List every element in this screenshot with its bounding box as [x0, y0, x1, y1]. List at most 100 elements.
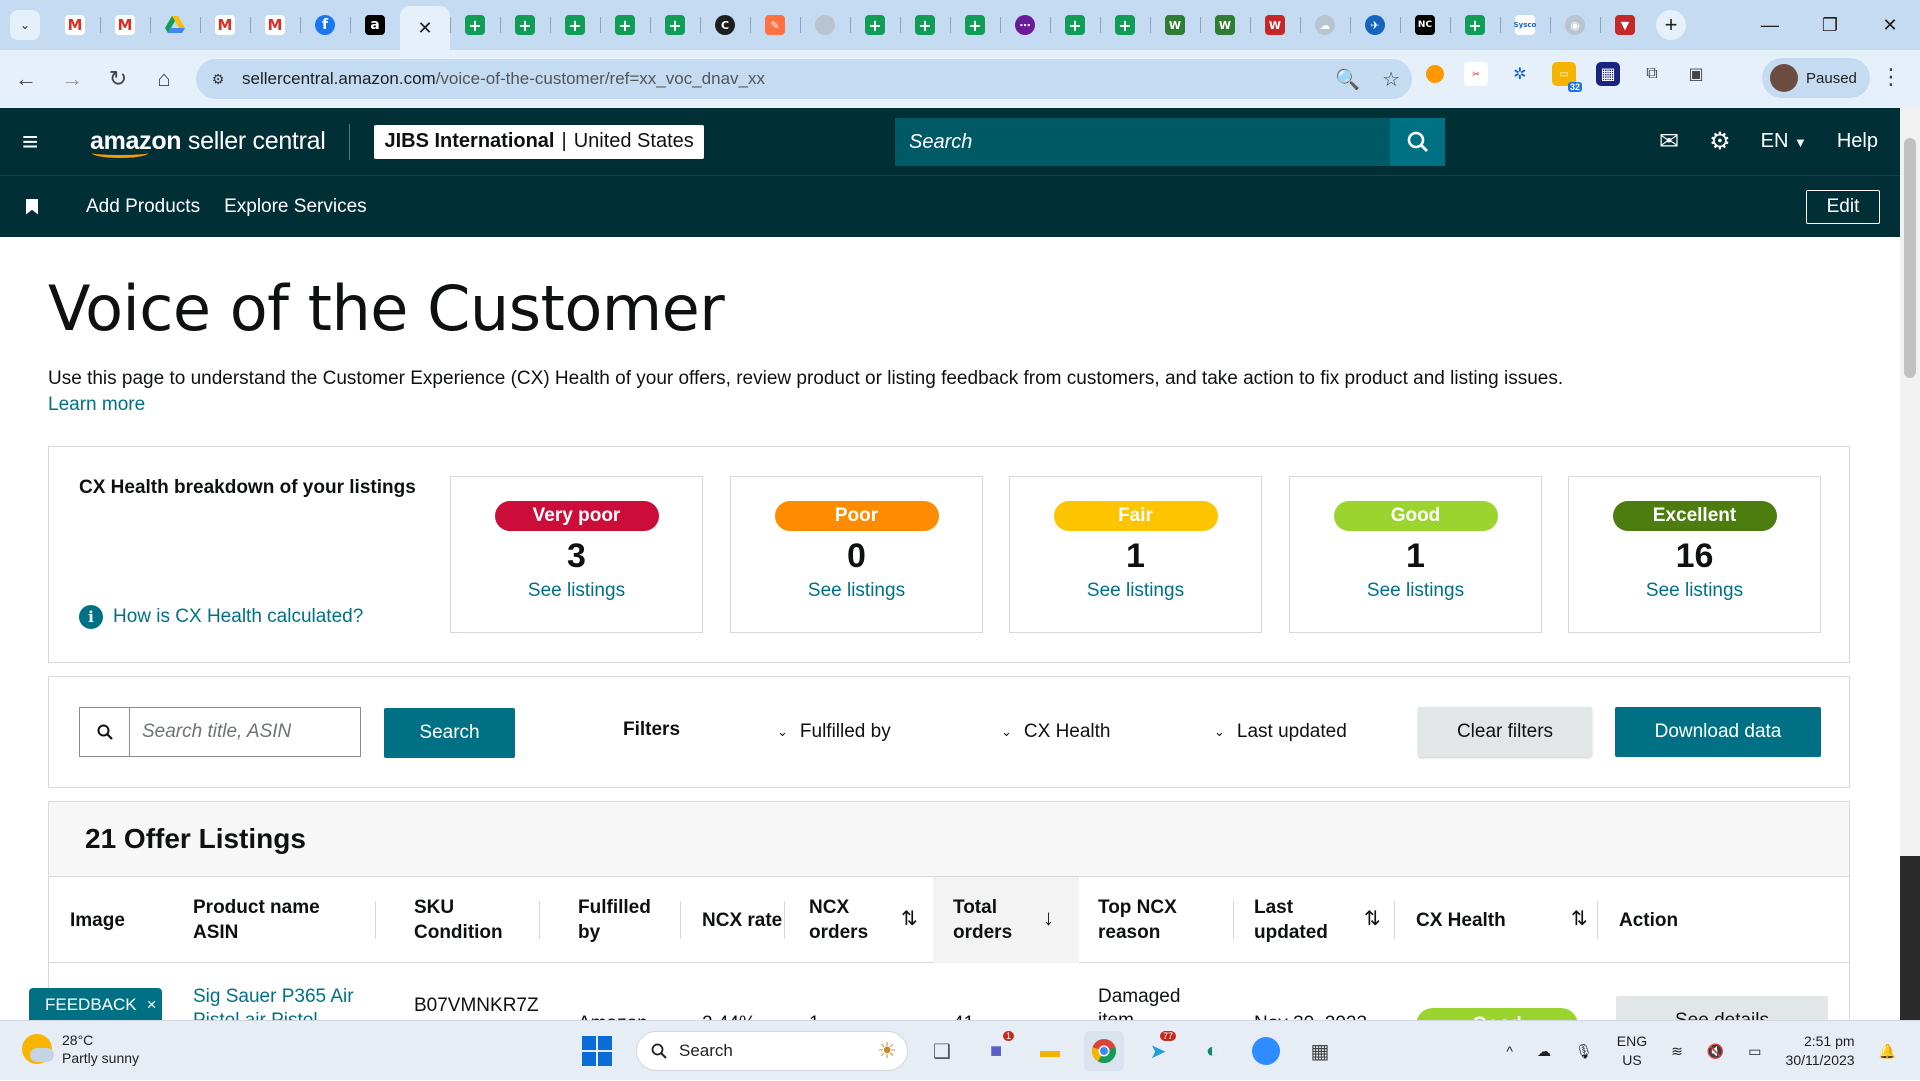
tab-circle-app[interactable]: C — [700, 7, 750, 43]
close-tab-icon[interactable]: ✕ — [417, 18, 432, 39]
gear-icon[interactable]: ⚙ — [1709, 127, 1731, 156]
folder-extension-icon[interactable]: ▭ 32 — [1552, 62, 1582, 92]
tab-purple-app[interactable]: ⋯ — [1000, 7, 1050, 43]
tab-facebook[interactable]: f — [300, 7, 350, 43]
bookmark-star-icon[interactable]: ☆ — [1382, 67, 1400, 92]
see-listings-excellent[interactable]: See listings — [1646, 580, 1743, 602]
tab-w-app-2[interactable]: W — [1200, 7, 1250, 43]
tab-w-app-3[interactable]: W — [1250, 7, 1300, 43]
file-explorer-icon[interactable]: ▬ — [1030, 1031, 1070, 1071]
profile-button[interactable]: Paused — [1762, 58, 1870, 98]
scrollbar-thumb[interactable] — [1904, 138, 1916, 378]
sort-icon[interactable]: ⇅ — [1364, 907, 1381, 932]
help-link[interactable]: Help — [1837, 130, 1878, 153]
tab-sheets-4[interactable]: + — [600, 7, 650, 43]
notification-bell-icon[interactable]: 🔔 — [1879, 1043, 1896, 1060]
tab-sheets-5[interactable]: + — [650, 7, 700, 43]
see-listings-good[interactable]: See listings — [1367, 580, 1464, 602]
new-tab-button[interactable]: + — [1656, 10, 1686, 40]
sort-icon[interactable]: ⇅ — [1571, 907, 1588, 932]
tab-w-app-1[interactable]: W — [1150, 7, 1200, 43]
fulfilled-by-dropdown[interactable]: ⌄ Fulfilled by — [777, 721, 891, 743]
tab-gmail-1[interactable]: M — [50, 7, 100, 43]
clock[interactable]: 2:51 pm 30/11/2023 — [1786, 1032, 1855, 1070]
side-panel-icon[interactable]: ▣ — [1684, 62, 1708, 86]
address-bar[interactable]: ⚙ sellercentral.amazon.com/voice-of-the-… — [196, 59, 1412, 99]
cx-health-dropdown[interactable]: ⌄ CX Health — [1001, 721, 1111, 743]
tag-extension-icon[interactable]: ✂ — [1464, 62, 1488, 86]
tab-sheets-2[interactable]: + — [500, 7, 550, 43]
tab-grey-app[interactable] — [800, 7, 850, 43]
taskbar-search[interactable]: Search ☀ — [636, 1031, 908, 1071]
tab-sheets-6[interactable]: + — [850, 7, 900, 43]
page-scrollbar[interactable] — [1900, 108, 1920, 1020]
learn-more-link[interactable]: Learn more — [48, 394, 145, 416]
puzzle-extensions-icon[interactable]: ⧉ — [1640, 62, 1664, 86]
restore-icon[interactable]: ❐ — [1800, 0, 1860, 50]
col-total-orders[interactable]: Total orders ↓ — [933, 877, 1079, 963]
language-selector[interactable]: EN ▼ — [1761, 130, 1807, 153]
zoom-icon[interactable]: 🔍 — [1335, 67, 1360, 92]
teams-icon[interactable]: ■ 1 — [976, 1031, 1016, 1071]
tab-nc[interactable]: NC — [1400, 7, 1450, 43]
tab-drive[interactable] — [150, 7, 200, 43]
listing-search-button[interactable]: Search — [384, 708, 515, 758]
tab-gmail-3[interactable]: M — [200, 7, 250, 43]
calculator-icon[interactable]: ▦ — [1300, 1031, 1340, 1071]
tab-sheets-3[interactable]: + — [550, 7, 600, 43]
clear-filters-button[interactable]: Clear filters — [1418, 707, 1592, 757]
home-icon[interactable]: ⌂ — [144, 59, 184, 99]
see-listings-poor[interactable]: See listings — [808, 580, 905, 602]
minimize-icon[interactable]: — — [1740, 0, 1800, 50]
zoom-icon[interactable] — [1246, 1031, 1286, 1071]
edit-bookmarks-button[interactable]: Edit — [1806, 190, 1880, 224]
tab-gmail-4[interactable]: M — [250, 7, 300, 43]
site-info-icon[interactable]: ⚙ — [204, 65, 232, 93]
orange-extension-icon[interactable] — [1426, 65, 1444, 83]
see-listings-very-poor[interactable]: See listings — [528, 580, 625, 602]
download-data-button[interactable]: Download data — [1615, 707, 1821, 757]
hamburger-menu-icon[interactable]: ≡ — [22, 126, 46, 158]
tab-search-button[interactable]: ⌄ — [10, 10, 40, 40]
feedback-tab[interactable]: FEEDBACK × — [29, 988, 162, 1022]
nav-add-products[interactable]: Add Products — [86, 196, 200, 218]
speaker-muted-icon[interactable]: 🔇 — [1707, 1043, 1724, 1060]
tab-sheets-10[interactable]: + — [1100, 7, 1150, 43]
microphone-icon[interactable]: 🎙 — [1575, 1043, 1593, 1060]
reload-icon[interactable]: ↻ — [98, 59, 138, 99]
mail-icon[interactable]: ✉ — [1659, 127, 1679, 156]
back-arrow-icon[interactable]: ← — [6, 59, 46, 99]
sort-descending-icon[interactable]: ↓ — [1043, 905, 1054, 930]
listing-search-field[interactable]: Search title, ASIN — [79, 707, 361, 757]
listing-search-input[interactable]: Search title, ASIN — [130, 708, 360, 756]
settings-extension-icon[interactable]: ✲ — [1508, 62, 1532, 86]
wifi-icon[interactable]: ≋ — [1671, 1043, 1683, 1060]
tab-sheets-11[interactable]: + — [1450, 7, 1500, 43]
input-language[interactable]: ENG US — [1617, 1032, 1647, 1070]
onedrive-cloud-icon[interactable]: ☁ — [1537, 1043, 1551, 1060]
see-listings-fair[interactable]: See listings — [1087, 580, 1184, 602]
tab-sheets-8[interactable]: + — [950, 7, 1000, 43]
col-last-updated[interactable]: Last updated ⇅ — [1254, 877, 1384, 963]
battery-icon[interactable]: ▭ — [1748, 1043, 1761, 1060]
forward-arrow-icon[interactable]: → — [52, 59, 92, 99]
close-icon[interactable]: × — [147, 995, 157, 1015]
tab-amazon[interactable]: a — [350, 7, 400, 43]
task-view-icon[interactable]: ❑ — [922, 1031, 962, 1071]
tab-sheets-1[interactable]: + — [450, 7, 500, 43]
tab-cloud-app[interactable]: ☁ — [1300, 7, 1350, 43]
sort-icon[interactable]: ⇅ — [901, 907, 918, 932]
header-search-button[interactable] — [1390, 118, 1445, 166]
cx-health-help-link[interactable]: i How is CX Health calculated? — [79, 605, 363, 629]
last-updated-dropdown[interactable]: ⌄ Last updated — [1214, 721, 1347, 743]
tab-gmail-2[interactable]: M — [100, 7, 150, 43]
tab-active-seller-central[interactable]: ✕ — [400, 6, 450, 50]
telegram-icon[interactable]: ➤ 77 — [1138, 1031, 1178, 1071]
tab-round-app[interactable]: ◉ — [1550, 7, 1600, 43]
tab-sheets-9[interactable]: + — [1050, 7, 1100, 43]
tab-blue-app[interactable]: ✈ — [1350, 7, 1400, 43]
col-cx-health[interactable]: CX Health ⇅ — [1416, 877, 1596, 963]
tab-pencil-app[interactable]: ✎ — [750, 7, 800, 43]
header-search-box[interactable]: Search — [895, 118, 1445, 166]
tab-sysco[interactable]: Sysco — [1500, 7, 1550, 43]
